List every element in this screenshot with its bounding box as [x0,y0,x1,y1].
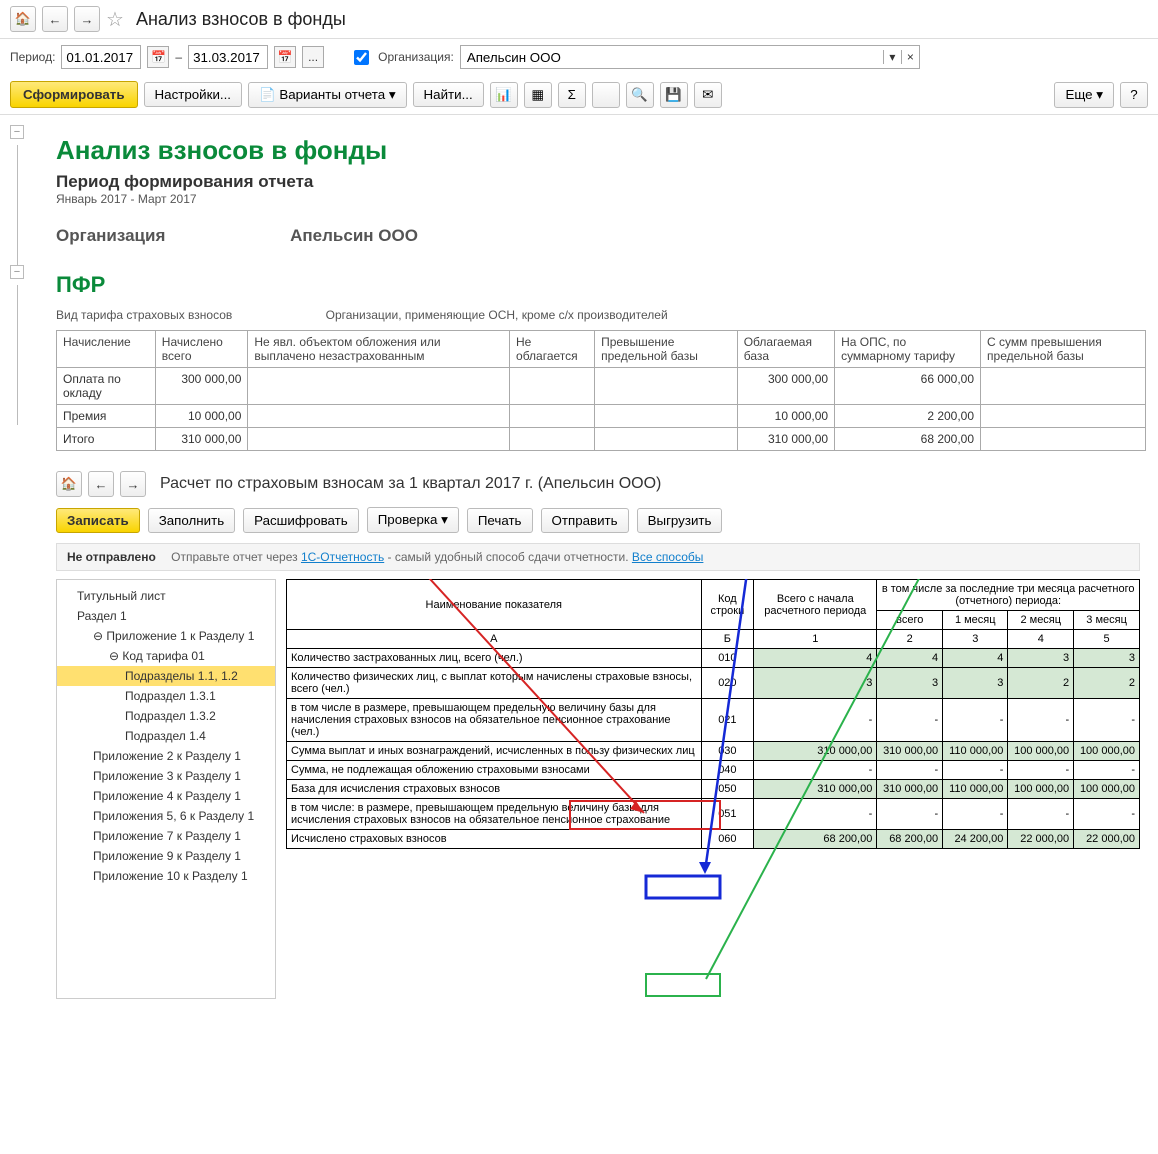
preview-icon[interactable]: 🔍 [626,82,654,108]
tree-item[interactable]: Приложение 2 к Разделу 1 [57,746,275,766]
col-base: Облагаемая база [737,331,834,368]
org-input[interactable] [461,50,883,65]
form-button[interactable]: Сформировать [10,81,138,108]
report-area: − − Анализ взносов в фонды Период формир… [0,115,1158,461]
tree-item[interactable]: Приложение 10 к Разделу 1 [57,866,275,886]
tree-item[interactable]: Подраздел 1.3.1 [57,686,275,706]
send-button[interactable]: Отправить [541,508,629,533]
tree-item-selected[interactable]: Подразделы 1.1, 1.2 [57,666,275,686]
table-row: Премия10 000,0010 000,002 200,00 [57,405,1146,428]
period-text: Январь 2017 - Март 2017 [56,192,1140,206]
accrual-table: Начисление Начислено всего Не явл. объек… [56,330,1146,451]
print-button[interactable]: Печать [467,508,533,533]
table-row: Оплата по окладу300 000,00300 000,0066 0… [57,368,1146,405]
link-all[interactable]: Все способы [632,550,704,564]
col-excess: Превышение предельной базы [595,331,738,368]
col-accrual: Начисление [57,331,156,368]
check-button[interactable]: Проверка ▾ [367,507,459,533]
hdr-group: в том числе за последние три месяца расч… [877,580,1140,611]
mail-icon[interactable]: ✉ [694,82,722,108]
back-icon[interactable]: ← [42,6,68,32]
outline-collapse-1[interactable]: − [10,125,24,139]
star-icon[interactable]: ☆ [106,7,124,32]
col-sumexcess: С сумм превышения предельной базы [981,331,1146,368]
unload-button[interactable]: Выгрузить [637,508,723,533]
col-notobj: Не явл. объектом обложения или выплачено… [248,331,510,368]
col-ops: На ОПС, по суммарному тарифу [835,331,981,368]
blank-icon[interactable] [592,82,620,108]
status-text: Не отправлено [67,550,156,564]
link-1c[interactable]: 1С-Отчетность [301,550,384,564]
tree-item[interactable]: Приложение 4 к Разделу 1 [57,786,275,806]
org-head-label: Организация [56,226,165,245]
tree-item[interactable]: Раздел 1 [57,606,275,626]
find-button[interactable]: Найти... [413,82,484,107]
period-label: Период: [10,50,55,64]
org-clear-icon[interactable]: × [901,50,919,64]
more-button[interactable]: Еще ▾ [1054,82,1114,108]
status-bar: Не отправлено Отправьте отчет через 1С-О… [56,543,1140,571]
forward-icon[interactable]: → [74,6,100,32]
table-row-total: Итого310 000,00310 000,0068 200,00 [57,428,1146,451]
hdr-name: Наименование показателя [287,580,702,630]
org-head-value: Апельсин ООО [290,226,418,246]
sigma-icon[interactable]: Σ [558,82,586,108]
table-row: в том числе: в размере, превышающем пред… [287,799,1140,830]
table-row: База для исчисления страховых взносов050… [287,780,1140,799]
report-title: Анализ взносов в фонды [56,135,1140,166]
calc-table: Наименование показателя Код строки Всего… [286,579,1140,849]
col-total: Начислено всего [155,331,248,368]
table-row: Количество застрахованных лиц, всего (че… [287,649,1140,668]
chart-icon[interactable]: 📊 [490,82,518,108]
calendar-from-icon[interactable]: 📅 [147,46,169,68]
tree-item[interactable]: ⊖ Приложение 1 к Разделу 1 [57,626,275,646]
tree-item[interactable]: Приложение 7 к Разделу 1 [57,826,275,846]
table-row: Исчислено страховых взносов06068 200,006… [287,830,1140,849]
tariff-value: Организации, применяющие ОСН, кроме с/х … [326,308,668,322]
tree-item[interactable]: Подраздел 1.3.2 [57,706,275,726]
back2-icon[interactable]: ← [88,471,114,497]
table-icon[interactable]: ▦ [524,82,552,108]
period-to-input[interactable] [188,45,268,69]
table-row: Количество физических лиц, с выплат кото… [287,668,1140,699]
period-picker-button[interactable]: ... [302,46,324,68]
decode-button[interactable]: Расшифровать [243,508,359,533]
dash: – [175,50,182,64]
calc-title: Расчет по страховым взносам за 1 квартал… [160,475,661,493]
tariff-label: Вид тарифа страховых взносов [56,308,232,322]
period-from-input[interactable] [61,45,141,69]
calendar-to-icon[interactable]: 📅 [274,46,296,68]
org-checkbox[interactable] [354,50,369,65]
tree-item[interactable]: ⊖ Код тарифа 01 [57,646,275,666]
table-row: Сумма, не подлежащая обложению страховым… [287,761,1140,780]
table-row: Сумма выплат и иных вознаграждений, исчи… [287,742,1140,761]
fill-button[interactable]: Заполнить [148,508,235,533]
forward2-icon[interactable]: → [120,471,146,497]
save-button[interactable]: Записать [56,508,140,533]
page-title: Анализ взносов в фонды [136,9,346,30]
hdr-code: Код строки [701,580,754,630]
tree-item[interactable]: Приложение 9 к Разделу 1 [57,846,275,866]
org-label: Организация: [378,50,454,64]
tree-item[interactable]: Титульный лист [57,586,275,606]
outline-collapse-2[interactable]: − [10,265,24,279]
period-head: Период формирования отчета [56,172,1140,192]
org-dropdown-icon[interactable]: ▾ [883,50,901,64]
pfr-head: ПФР [56,272,1140,298]
tree-item[interactable]: Подраздел 1.4 [57,726,275,746]
settings-button[interactable]: Настройки... [144,82,242,107]
help-icon[interactable]: ? [1120,82,1148,108]
variants-button[interactable]: 📄 Варианты отчета ▾ [248,82,407,108]
col-notaxed: Не облагается [510,331,595,368]
table-row: в том числе в размере, превышающем преде… [287,699,1140,742]
tree-item[interactable]: Приложения 5, 6 к Разделу 1 [57,806,275,826]
save-icon[interactable]: 💾 [660,82,688,108]
section-tree[interactable]: Титульный лист Раздел 1 ⊖ Приложение 1 к… [56,579,276,999]
hdr-total: Всего с начала расчетного периода [754,580,877,630]
home-icon[interactable]: 🏠 [10,6,36,32]
home2-icon[interactable]: 🏠 [56,471,82,497]
tree-item[interactable]: Приложение 3 к Разделу 1 [57,766,275,786]
